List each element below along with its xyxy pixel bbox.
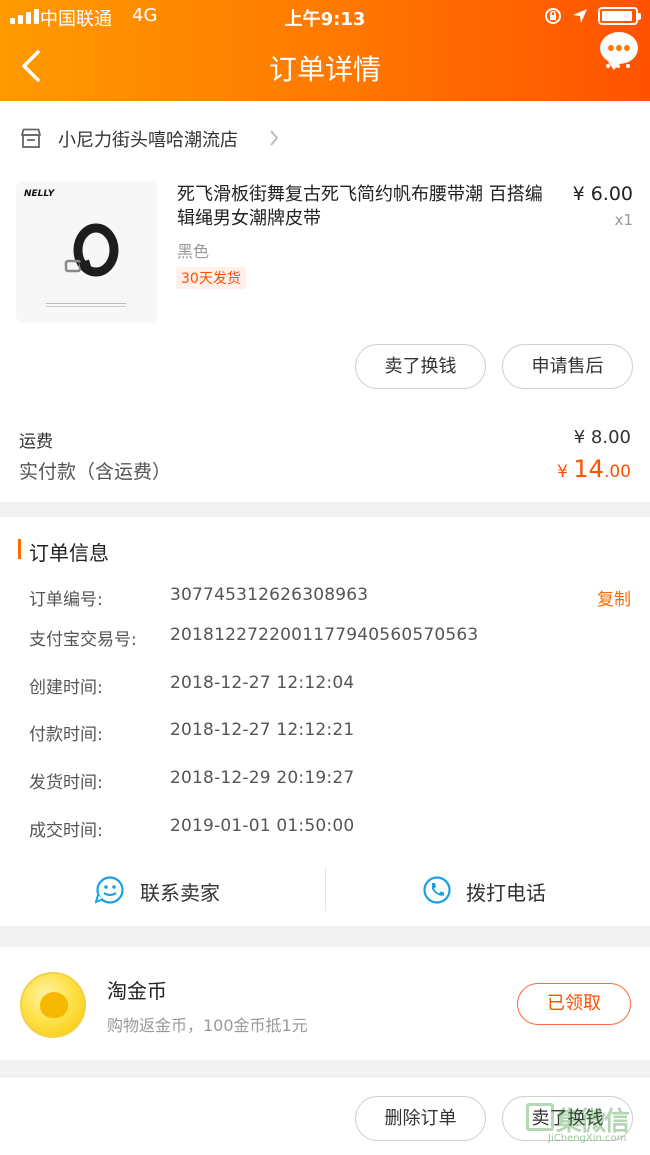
paid-time-label: 付款时间: — [29, 725, 103, 745]
order-info-card: 订单信息 订单编号: 307745312626308963 复制 支付宝交易号:… — [0, 517, 650, 926]
product-name[interactable]: 死飞滑板街舞复古死飞简约帆布腰带潮 百搭编辑绳男女潮牌皮带 — [177, 183, 559, 231]
status-icons — [544, 7, 641, 25]
gold-coin-icon — [20, 972, 86, 1038]
image-caption — [46, 303, 126, 307]
order-number-label: 订单编号: — [29, 590, 103, 610]
contact-seller-button[interactable]: 联系卖家 — [0, 867, 325, 927]
product-image[interactable]: NELLY — [16, 181, 157, 323]
after-sale-button[interactable]: 申请售后 — [502, 344, 633, 389]
completed-time-value: 2019-01-01 01:50:00 — [170, 816, 355, 836]
sell-for-cash-button[interactable]: 卖了换钱 — [355, 344, 486, 389]
copy-button[interactable]: 复制 — [597, 585, 631, 610]
rotation-lock-icon — [545, 8, 561, 24]
alipay-trade-label: 支付宝交易号: — [29, 630, 137, 650]
coins-subtitle: 购物返金币，100金币抵1元 — [107, 1016, 308, 1035]
watermark: 集微信 JiChengXin.com — [524, 1099, 644, 1149]
bottom-action-bar: 删除订单 卖了换钱 集微信 JiChengXin.com — [0, 1076, 650, 1155]
status-bar: 中国联通 4G 上午9:13 — [0, 0, 650, 34]
product-sku: 黑色 — [177, 242, 210, 261]
claimed-button[interactable]: 已领取 — [517, 983, 631, 1025]
delete-order-button[interactable]: 删除订单 — [355, 1096, 486, 1141]
paid-currency: ¥ — [557, 462, 574, 482]
order-info-title: 订单信息 — [29, 541, 109, 565]
paid-time-value: 2018-12-27 12:12:21 — [170, 720, 355, 740]
order-number-value: 307745312626308963 — [170, 585, 369, 605]
shipping-badge: 30天发货 — [176, 267, 246, 289]
watermark-logo-icon — [526, 1103, 554, 1131]
shop-name: 小尼力街头嘻哈潮流店 — [58, 130, 238, 151]
created-time-label: 创建时间: — [29, 678, 103, 698]
phone-icon — [423, 876, 451, 904]
battery-icon — [598, 7, 641, 25]
more-icon[interactable] — [606, 64, 630, 68]
location-icon — [573, 9, 587, 23]
shop-row[interactable]: 小尼力街头嘻哈潮流店 — [0, 121, 650, 157]
header: 中国联通 4G 上午9:13 订单详情 — [0, 0, 650, 101]
shipping-fee-value: ¥ 8.00 — [573, 427, 631, 448]
coins-card: 淘金币 购物返金币，100金币抵1元 已领取 — [0, 947, 650, 1060]
paid-integer: 14 — [573, 455, 604, 483]
shipping-fee-label: 运费 — [19, 432, 53, 452]
paid-amount-value: ¥ 14.00 — [557, 455, 631, 483]
store-icon — [21, 128, 41, 148]
chat-icon — [95, 876, 124, 904]
paid-amount-label: 实付款（含运费） — [19, 461, 172, 483]
call-phone-label: 拨打电话 — [466, 881, 546, 905]
shipped-time-value: 2018-12-29 20:19:27 — [170, 768, 355, 788]
completed-time-label: 成交时间: — [29, 821, 103, 841]
alipay-trade-value: 2018122722001177940560570563 — [170, 625, 479, 645]
belt-image — [64, 223, 119, 277]
created-time-value: 2018-12-27 12:12:04 — [170, 673, 355, 693]
shipped-time-label: 发货时间: — [29, 773, 103, 793]
message-icon[interactable] — [600, 32, 638, 70]
coins-title: 淘金币 — [107, 979, 167, 1003]
paid-decimal: .00 — [603, 462, 631, 482]
page-title: 订单详情 — [268, 53, 381, 86]
brand-logo: NELLY — [24, 189, 55, 199]
watermark-url: JiChengXin.com — [548, 1133, 627, 1144]
contact-seller-label: 联系卖家 — [140, 881, 220, 905]
product-card: 小尼力街头嘻哈潮流店 NELLY 死飞滑板街舞复古死飞简约帆布腰带潮 百搭编辑绳… — [0, 101, 650, 502]
call-phone-button[interactable]: 拨打电话 — [326, 867, 650, 927]
chevron-right-icon — [270, 130, 279, 146]
product-quantity: x1 — [614, 211, 633, 229]
section-accent — [18, 539, 21, 559]
product-price: ¥ 6.00 — [572, 183, 633, 205]
